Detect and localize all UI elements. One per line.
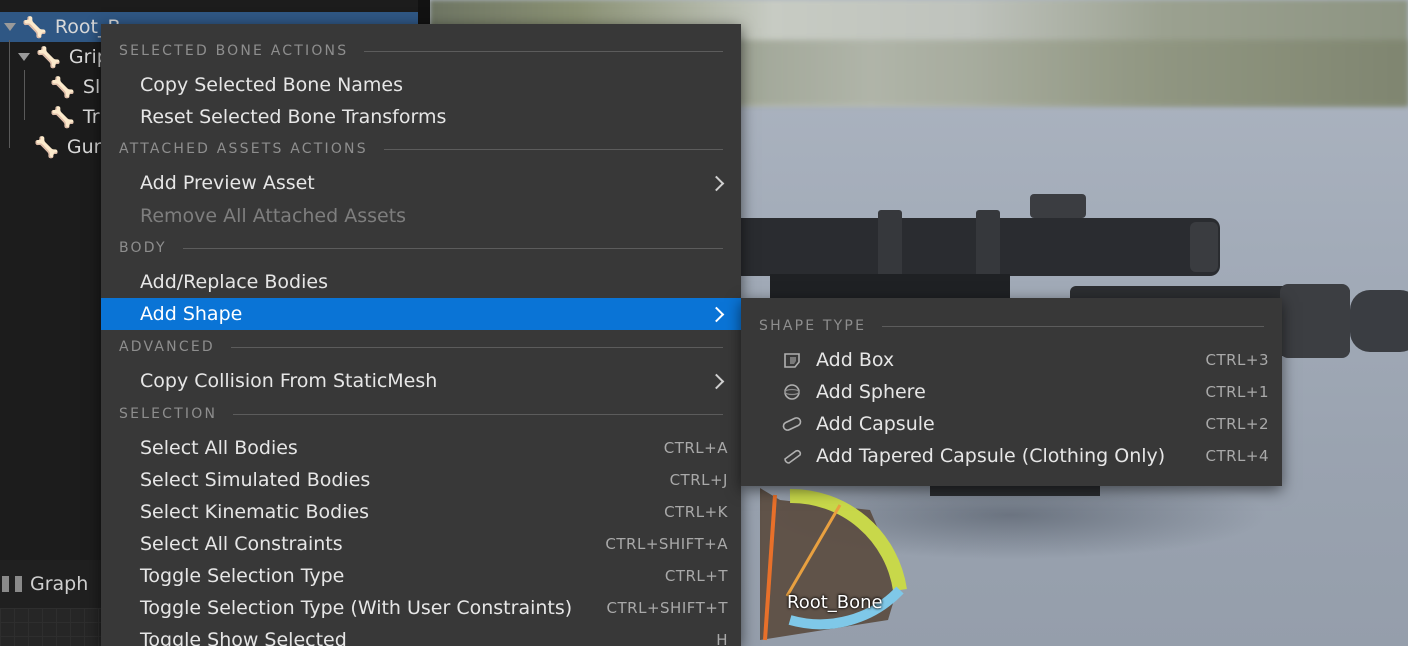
copy-bone-names-item[interactable]: Copy Selected Bone Names <box>101 69 741 101</box>
item-label: Toggle Selection Type (With User Constra… <box>140 597 573 619</box>
bone-icon: 🦴 <box>36 45 61 69</box>
shortcut-label: CTRL+2 <box>1205 415 1269 433</box>
section-label: BODY <box>119 240 167 256</box>
scope-mount <box>770 274 1010 298</box>
shortcut-label: CTRL+1 <box>1205 383 1269 401</box>
section-label: ATTACHED ASSETS ACTIONS <box>119 141 368 157</box>
add-capsule-item[interactable]: Add Capsule CTRL+2 <box>741 408 1282 440</box>
item-label: Reset Selected Bone Transforms <box>140 106 447 128</box>
submenu-arrow-icon <box>708 175 725 191</box>
submenu-arrow-icon <box>708 373 725 389</box>
section-divider <box>882 325 1264 327</box>
bone-icon: 🦴 <box>50 75 75 99</box>
graph-tab-label: Graph <box>30 573 89 595</box>
grip-physics-shape <box>760 488 907 641</box>
copy-collision-item[interactable]: Copy Collision From StaticMesh <box>101 365 741 397</box>
item-label: Toggle Selection Type <box>140 565 345 587</box>
submenu-arrow-icon <box>708 306 725 322</box>
section-advanced: ADVANCED <box>119 336 723 358</box>
section-label: SELECTION <box>119 406 218 422</box>
box-shape-icon <box>781 351 803 369</box>
item-label: Select All Constraints <box>140 533 343 555</box>
bone-icon: 🦴 <box>22 15 47 39</box>
sphere-shape-icon <box>781 383 803 401</box>
shape-type-submenu: SHAPE TYPE Add Box CTRL+3 Add Sphere CTR… <box>741 298 1282 486</box>
item-label: Add Sphere <box>816 381 926 403</box>
reset-bone-transforms-item[interactable]: Reset Selected Bone Transforms <box>101 101 741 133</box>
select-simulated-bodies-item[interactable]: Select Simulated Bodies CTRL+J <box>101 464 741 496</box>
collapse-arrow-icon[interactable] <box>18 53 30 61</box>
add-shape-item[interactable]: Add Shape <box>101 298 741 330</box>
section-shape-type: SHAPE TYPE <box>759 315 1264 337</box>
shortcut-label: H <box>716 631 728 646</box>
item-label: Add Preview Asset <box>140 172 315 194</box>
tree-guide-line <box>24 70 25 120</box>
section-body: BODY <box>119 237 723 259</box>
select-kinematic-bodies-item[interactable]: Select Kinematic Bodies CTRL+K <box>101 496 741 528</box>
scope-ring-2 <box>976 210 1000 282</box>
bone-icon: 🦴 <box>50 105 75 129</box>
shortcut-label: CTRL+4 <box>1205 447 1269 465</box>
section-label: SELECTED BONE ACTIONS <box>119 43 349 59</box>
scope-turret <box>1030 194 1086 218</box>
barrel-ring <box>1280 284 1350 358</box>
section-divider <box>182 247 723 249</box>
section-label: ADVANCED <box>119 339 215 355</box>
item-label: Copy Collision From StaticMesh <box>140 370 438 392</box>
select-all-bodies-item[interactable]: Select All Bodies CTRL+A <box>101 432 741 464</box>
section-divider <box>364 50 723 52</box>
select-all-constraints-item[interactable]: Select All Constraints CTRL+SHIFT+A <box>101 528 741 560</box>
capsule-shape-icon <box>781 415 803 433</box>
remove-attached-assets-item: Remove All Attached Assets <box>101 200 741 232</box>
section-divider <box>233 413 723 415</box>
shortcut-label: CTRL+T <box>664 567 728 585</box>
section-attached-assets-actions: ATTACHED ASSETS ACTIONS <box>119 138 723 160</box>
toggle-show-selected-item[interactable]: Toggle Show Selected H <box>101 624 741 646</box>
add-preview-asset-item[interactable]: Add Preview Asset <box>101 167 741 199</box>
item-label: Add Box <box>816 349 895 371</box>
item-label: Remove All Attached Assets <box>140 205 407 227</box>
section-selection: SELECTION <box>119 403 723 425</box>
add-tapered-capsule-item[interactable]: Add Tapered Capsule (Clothing Only) CTRL… <box>741 440 1282 472</box>
scope-ring-1 <box>878 210 902 282</box>
item-label: Add Shape <box>140 303 243 325</box>
tree-row-label: Gun <box>66 136 106 158</box>
item-label: Select Simulated Bodies <box>140 469 371 491</box>
scope-body <box>730 218 1220 276</box>
item-label: Copy Selected Bone Names <box>140 74 404 96</box>
collapse-arrow-icon[interactable] <box>4 23 16 31</box>
muzzle <box>1350 290 1408 352</box>
item-label: Select Kinematic Bodies <box>140 501 370 523</box>
shortcut-label: CTRL+SHIFT+A <box>605 535 728 553</box>
section-label: SHAPE TYPE <box>759 318 867 334</box>
socket-icon: 🦴 <box>34 135 59 159</box>
add-replace-bodies-item[interactable]: Add/Replace Bodies <box>101 266 741 298</box>
tapered-capsule-shape-icon <box>781 447 803 465</box>
shortcut-label: CTRL+A <box>663 439 728 457</box>
graph-icon <box>2 576 22 592</box>
section-selected-bone-actions: SELECTED BONE ACTIONS <box>119 40 723 62</box>
tree-guide-line <box>9 40 10 148</box>
item-label: Add/Replace Bodies <box>140 271 328 293</box>
add-box-item[interactable]: Add Box CTRL+3 <box>741 344 1282 376</box>
add-sphere-item[interactable]: Add Sphere CTRL+1 <box>741 376 1282 408</box>
graph-grid <box>0 608 102 646</box>
toggle-selection-type-user-item[interactable]: Toggle Selection Type (With User Constra… <box>101 592 741 624</box>
shortcut-label: CTRL+J <box>669 471 728 489</box>
section-divider <box>383 148 723 150</box>
scope-end <box>1190 222 1218 272</box>
item-label: Toggle Show Selected <box>140 629 347 646</box>
section-divider <box>230 346 723 348</box>
shortcut-label: CTRL+3 <box>1205 351 1269 369</box>
item-label: Add Tapered Capsule (Clothing Only) <box>816 445 1166 467</box>
graph-tab[interactable]: Graph <box>0 566 102 602</box>
toggle-selection-type-item[interactable]: Toggle Selection Type CTRL+T <box>101 560 741 592</box>
shortcut-label: CTRL+K <box>664 503 728 521</box>
context-menu: SELECTED BONE ACTIONS Copy Selected Bone… <box>101 24 741 646</box>
shortcut-label: CTRL+SHIFT+T <box>606 599 728 617</box>
item-label: Add Capsule <box>816 413 935 435</box>
viewport-bone-label: Root_Bone <box>787 592 883 613</box>
item-label: Select All Bodies <box>140 437 298 459</box>
